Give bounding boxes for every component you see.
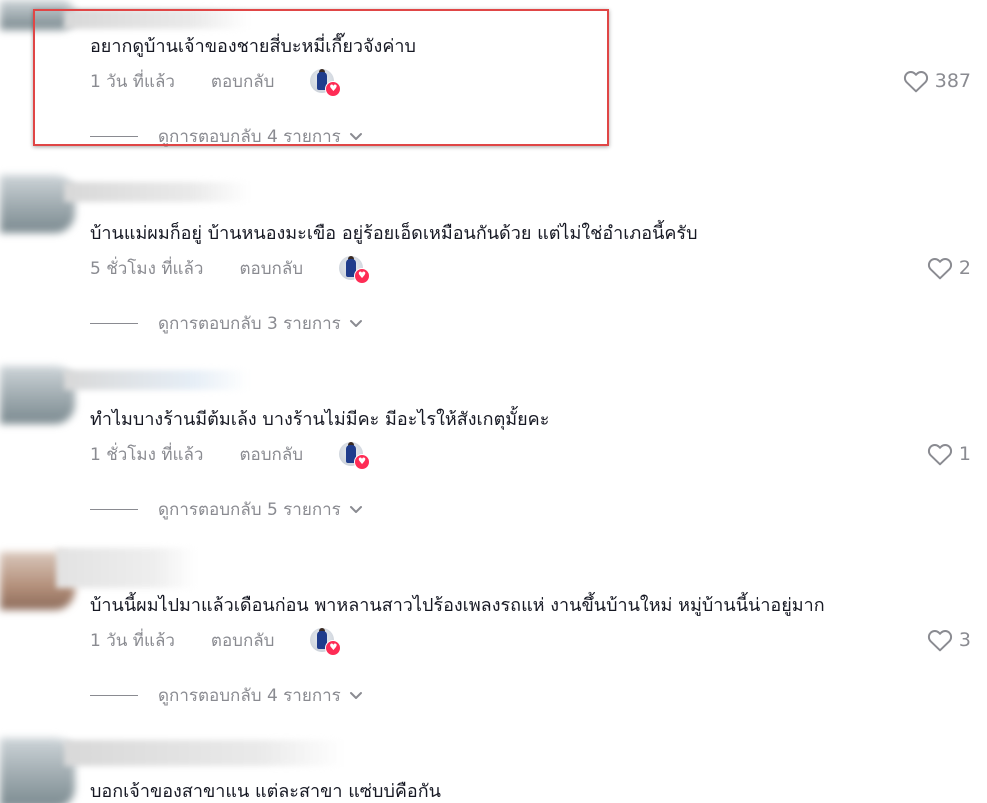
creator-liked-avatar: ♥ (339, 256, 371, 284)
username[interactable] (56, 548, 196, 588)
comment-time: 5 ชั่วโมง ที่แล้ว (90, 258, 204, 279)
comment-meta: 1 วัน ที่แล้ว ตอบกลับ ♥ (90, 627, 342, 656)
username[interactable] (64, 9, 249, 29)
reply-button[interactable]: ตอบกลับ (239, 441, 303, 468)
heart-outline-icon (927, 258, 952, 280)
comment-time: 1 วัน ที่แล้ว (90, 71, 175, 92)
reply-button[interactable]: ตอบกลับ (239, 255, 303, 282)
comment-text: ทำไมบางร้านมีต้มเล้ง บางร้านไม่มีคะ มีอะ… (90, 409, 550, 430)
view-replies-button[interactable]: ดูการตอบกลับ 4 รายการ (90, 123, 363, 150)
view-replies-button[interactable]: ดูการตอบกลับ 4 รายการ (90, 682, 363, 709)
like-count: 3 (958, 629, 971, 651)
comments-page: อยากดูบ้านเจ้าของชายสี่บะหมี่เกี๊ยวจังค่… (0, 0, 987, 803)
creator-liked-avatar: ♥ (339, 442, 371, 470)
view-replies-label: ดูการตอบกลับ 4 รายการ (158, 127, 341, 147)
chevron-down-icon (349, 319, 362, 327)
heart-badge-icon: ♥ (354, 268, 371, 284)
view-replies-button[interactable]: ดูการตอบกลับ 5 รายการ (90, 496, 363, 523)
username[interactable] (64, 182, 249, 202)
heart-outline-icon (927, 630, 952, 652)
like-count: 387 (934, 70, 971, 92)
like-button[interactable]: 2 (927, 256, 971, 280)
chevron-down-icon (349, 505, 362, 513)
creator-liked-avatar: ♥ (310, 69, 342, 97)
heart-outline-icon (903, 71, 928, 93)
heart-badge-icon: ♥ (354, 454, 371, 470)
reply-button[interactable]: ตอบกลับ (211, 68, 275, 95)
like-button[interactable]: 1 (927, 442, 971, 466)
like-button[interactable]: 3 (927, 628, 971, 652)
heart-badge-icon: ♥ (325, 81, 342, 97)
reply-button[interactable]: ตอบกลับ (211, 627, 275, 654)
divider-line (90, 135, 138, 138)
comment-text: บอกเจ้าของสาขาแน แต่ละสาขา แซ่บบ่คือกัน (90, 781, 441, 802)
comment-text: อยากดูบ้านเจ้าของชายสี่บะหมี่เกี๊ยวจังค่… (90, 36, 416, 57)
username[interactable] (64, 370, 249, 390)
comment-text: บ้านนี้ผมไปมาแล้วเดือนก่อน พาหลานสาวไปร้… (90, 595, 825, 616)
comment-meta: 1 วัน ที่แล้ว ตอบกลับ ♥ (90, 68, 342, 97)
view-replies-label: ดูการตอบกลับ 5 รายการ (158, 500, 341, 520)
creator-liked-avatar: ♥ (310, 628, 342, 656)
divider-line (90, 694, 138, 697)
comment-meta: 1 ชั่วโมง ที่แล้ว ตอบกลับ ♥ (90, 441, 371, 470)
chevron-down-icon (349, 132, 362, 140)
like-count: 2 (958, 257, 971, 279)
comment-meta: 5 ชั่วโมง ที่แล้ว ตอบกลับ ♥ (90, 255, 371, 284)
comment-time: 1 วัน ที่แล้ว (90, 630, 175, 651)
view-replies-label: ดูการตอบกลับ 4 รายการ (158, 686, 341, 706)
like-button[interactable]: 387 (903, 69, 971, 93)
view-replies-label: ดูการตอบกลับ 3 รายการ (158, 314, 341, 334)
heart-badge-icon: ♥ (325, 640, 342, 656)
comment-item: บอกเจ้าของสาขาแน แต่ละสาขา แซ่บบ่คือกัน (0, 738, 987, 803)
chevron-down-icon (349, 691, 362, 699)
heart-outline-icon (927, 444, 952, 466)
comment-text: บ้านแม่ผมก็อยู่ บ้านหนองมะเขือ อยู่ร้อยเ… (90, 223, 698, 244)
username[interactable] (64, 740, 344, 766)
divider-line (90, 322, 138, 325)
comment-time: 1 ชั่วโมง ที่แล้ว (90, 444, 204, 465)
like-count: 1 (958, 443, 971, 465)
divider-line (90, 508, 138, 511)
view-replies-button[interactable]: ดูการตอบกลับ 3 รายการ (90, 310, 363, 337)
